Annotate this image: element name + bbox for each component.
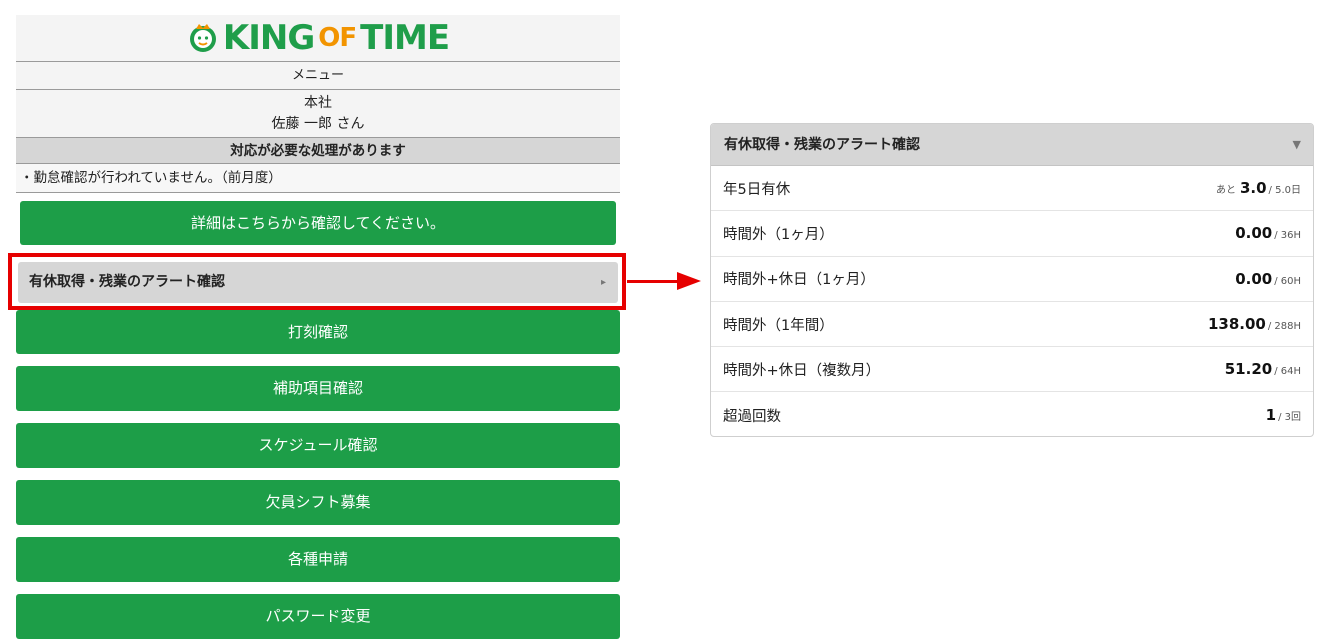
applications-button[interactable]: 各種申請 — [16, 537, 620, 582]
row-value: 1 / 3回 — [1262, 406, 1301, 424]
list-item: 超過回数 1 / 3回 — [711, 392, 1313, 436]
logo-of: OF — [318, 23, 357, 53]
alert-detail-button[interactable]: 詳細はこちらから確認してください。 — [20, 201, 616, 245]
row-value: あと 3.0 / 5.0日 — [1216, 179, 1301, 197]
alert-detail-panel: 有休取得・残業のアラート確認 ▼ 年5日有休 あと 3.0 / 5.0日 時間外… — [710, 123, 1314, 437]
row-limit: / 5.0日 — [1268, 185, 1301, 197]
row-label: 超過回数 — [723, 408, 781, 425]
list-item: 年5日有休 あと 3.0 / 5.0日 — [711, 166, 1313, 212]
king-of-time-logo: KING OF TIME — [187, 18, 450, 58]
punch-check-button[interactable]: 打刻確認 — [16, 310, 620, 354]
row-value: 138.00 / 288H — [1204, 315, 1301, 333]
menu-title: メニュー — [16, 62, 620, 90]
mobile-menu-panel: KING OF TIME メニュー 本社 佐藤 一郎 さん 対応が必要な処理があ… — [16, 15, 620, 193]
chevron-down-icon: ▼ — [1292, 138, 1301, 151]
row-label: 時間外+休日（複数月） — [723, 362, 881, 379]
user-info: 本社 佐藤 一郎 さん — [16, 90, 620, 138]
row-value: 0.00 / 60H — [1231, 270, 1301, 288]
mascot-icon — [189, 24, 216, 52]
row-label: 時間外（1ヶ月） — [723, 226, 834, 243]
list-item: 時間外（1ヶ月） 0.00 / 36H — [711, 211, 1313, 257]
row-limit: / 3回 — [1278, 412, 1301, 424]
password-change-button[interactable]: パスワード変更 — [16, 594, 620, 639]
row-number: 138.00 — [1207, 315, 1266, 334]
list-item: 時間外（1年間） 138.00 / 288H — [711, 302, 1313, 348]
row-number: 1 — [1265, 406, 1277, 425]
list-item: 時間外+休日（1ヶ月） 0.00 / 60H — [711, 257, 1313, 302]
row-limit: / 36H — [1274, 230, 1301, 242]
alert-heading: 対応が必要な処理があります — [16, 138, 620, 164]
callout-arrow-line — [627, 280, 679, 283]
row-number: 3.0 — [1239, 179, 1267, 198]
row-limit: / 60H — [1274, 275, 1301, 287]
row-number: 51.20 — [1224, 360, 1273, 379]
supplementary-items-button[interactable]: 補助項目確認 — [16, 366, 620, 411]
list-item: 時間外+休日（複数月） 51.20 / 64H — [711, 347, 1313, 393]
schedule-check-button[interactable]: スケジュール確認 — [16, 423, 620, 468]
logo-time: TIME — [360, 18, 450, 58]
alert-detail-title: 有休取得・残業のアラート確認 — [724, 137, 920, 153]
row-value: 0.00 / 36H — [1231, 224, 1301, 242]
row-prefix: あと — [1215, 185, 1236, 197]
alert-message: ・勤怠確認が行われていません。（前月度） — [16, 164, 620, 193]
row-label: 年5日有休 — [723, 181, 791, 198]
row-limit: / 288H — [1267, 321, 1301, 333]
row-label: 時間外（1年間） — [723, 317, 834, 334]
header-logo-bar: KING OF TIME — [16, 15, 620, 62]
row-number: 0.00 — [1235, 269, 1273, 288]
logo-king: KING — [222, 18, 315, 58]
user-name: 佐藤 一郎 さん — [271, 116, 365, 132]
highlight-frame — [8, 253, 626, 310]
row-number: 0.00 — [1235, 224, 1273, 243]
row-limit: / 64H — [1274, 366, 1301, 378]
alert-detail-header[interactable]: 有休取得・残業のアラート確認 ▼ — [711, 124, 1313, 166]
vacancy-shift-button[interactable]: 欠員シフト募集 — [16, 480, 620, 525]
row-label: 時間外+休日（1ヶ月） — [723, 272, 875, 289]
company-name: 本社 — [304, 95, 332, 111]
callout-arrow-icon — [677, 272, 701, 290]
row-value: 51.20 / 64H — [1221, 360, 1301, 378]
